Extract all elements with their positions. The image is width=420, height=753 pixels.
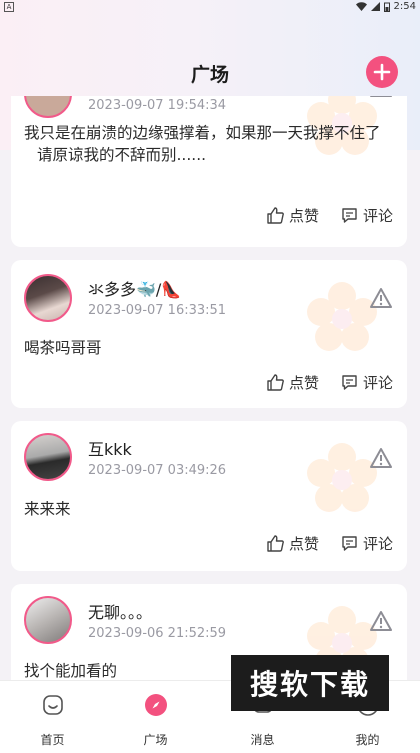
post-time: 2023-09-07 16:33:51 [88,303,227,318]
thumbs-up-icon [267,207,284,224]
avatar[interactable] [24,433,72,481]
status-bar: A 2:54 [0,0,420,14]
username[interactable]: 互kkk [88,436,132,460]
post-time: 2023-09-07 03:49:26 [88,463,227,478]
nav-label: 广场 [143,733,168,747]
post-content-line: 喝茶吗哥哥 [24,339,102,357]
thumbs-up-icon [267,535,284,552]
battery-icon [383,2,390,12]
add-post-button[interactable] [366,56,398,88]
post-actions: 点赞 评论 [267,205,393,226]
nav-item-plaza[interactable]: 广场 [103,681,208,753]
page-title: 广场 [190,64,229,86]
avatar[interactable] [24,596,72,644]
avatar[interactable] [24,96,72,118]
thumbs-up-icon [267,374,284,391]
post-content: 我只是在崩溃的边缘强撑着，如果那一天我撑不住了 请原谅我的不辞而别...... [24,122,393,166]
like-label: 点赞 [288,535,319,553]
post-card: 互kkk 2023-09-07 03:49:26 来来来 点赞 评论 [11,421,407,571]
like-button[interactable]: 点赞 [267,205,319,226]
notification-badge: A [4,2,14,12]
app-header: 广场 [0,50,420,94]
report-icon[interactable] [369,610,393,632]
post-content: 来来来 [24,498,393,520]
comment-label: 评论 [362,374,393,392]
like-label: 点赞 [288,374,319,392]
comment-button[interactable]: 评论 [341,533,393,554]
signal-icon [370,2,380,11]
plus-icon [373,63,391,81]
nav-item-home[interactable]: 首页 [0,681,105,753]
comment-icon [342,536,357,551]
post-content-line: 来来来 [24,500,71,518]
nav-label: 消息 [250,733,275,747]
nav-label: 我的 [355,733,380,747]
post-actions: 点赞 评论 [267,533,393,554]
wifi-icon [355,2,367,11]
comment-label: 评论 [362,535,393,553]
post-time: 2023-09-06 21:52:59 [88,626,227,641]
nav-label: 首页 [40,733,65,747]
report-icon[interactable] [369,447,393,469]
post-card: 氺多多🐳/👠 2023-09-07 16:33:51 喝茶吗哥哥 点赞 评论 [11,260,407,408]
post-content-line: 我只是在崩溃的边缘强撑着，如果那一天我撑不住了 [24,124,381,142]
post-actions: 点赞 评论 [267,372,393,393]
like-button[interactable]: 点赞 [267,372,319,393]
username[interactable]: 氺多多🐳/👠 [88,276,181,300]
plaza-icon [145,694,167,716]
post-time: 2023-09-07 19:54:34 [88,98,227,113]
post-content: 喝茶吗哥哥 [24,337,393,359]
comment-icon [342,208,357,223]
report-icon[interactable] [369,287,393,309]
avatar[interactable] [24,274,72,322]
report-icon[interactable] [369,96,393,98]
post-feed[interactable]: 2023-09-07 19:54:34 我只是在崩溃的边缘强撑着，如果那一天我撑… [0,96,420,680]
comment-icon [342,375,357,390]
post-card: 2023-09-07 19:54:34 我只是在崩溃的边缘强撑着，如果那一天我撑… [11,96,407,247]
comment-label: 评论 [362,207,393,225]
username[interactable]: 无聊。。。 [88,599,152,623]
home-icon [43,695,63,715]
comment-button[interactable]: 评论 [341,372,393,393]
post-content-line: 请原谅我的不辞而别...... [37,146,207,164]
watermark-logo: 搜软下载 [231,655,389,711]
comment-button[interactable]: 评论 [341,205,393,226]
like-label: 点赞 [288,207,319,225]
status-time: 2:54 [393,1,416,12]
like-button[interactable]: 点赞 [267,533,319,554]
